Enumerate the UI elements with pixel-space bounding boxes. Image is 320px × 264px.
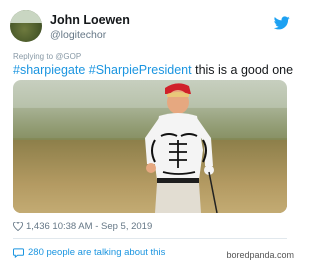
tweet-header: John Loewen @logitechor — [10, 10, 290, 44]
avatar[interactable] — [10, 10, 42, 42]
tweet-timestamp[interactable]: 10:38 AM - Sep 5, 2019 — [52, 221, 152, 232]
talking-about-link[interactable]: 280 people are talking about this — [13, 247, 165, 258]
user-handle[interactable]: @logitechor — [50, 29, 106, 41]
twitter-bird-icon[interactable] — [274, 16, 290, 30]
tweet-meta: 1,436 10:38 AM - Sep 5, 2019 — [13, 221, 152, 232]
hashtag-link[interactable]: #SharpiePresident — [89, 63, 192, 77]
divider — [13, 238, 287, 239]
hashtag-link[interactable]: #sharpiegate — [13, 63, 85, 77]
speech-bubble-icon — [13, 247, 24, 258]
tweet-photo[interactable] — [13, 80, 287, 213]
reply-to-label[interactable]: Replying to @GOP — [13, 52, 81, 61]
user-name[interactable]: John Loewen — [50, 13, 130, 27]
golfer-figure — [145, 83, 218, 213]
talking-about-label[interactable]: 280 people are talking about this — [28, 247, 165, 258]
like-count[interactable]: 1,436 — [26, 221, 50, 232]
tweet-body-text: this is a good one — [191, 63, 294, 77]
watermark: boredpanda.com — [226, 250, 294, 260]
heart-icon[interactable] — [13, 222, 23, 231]
tweet-text: #sharpiegate #SharpiePresident this is a… — [13, 63, 293, 77]
